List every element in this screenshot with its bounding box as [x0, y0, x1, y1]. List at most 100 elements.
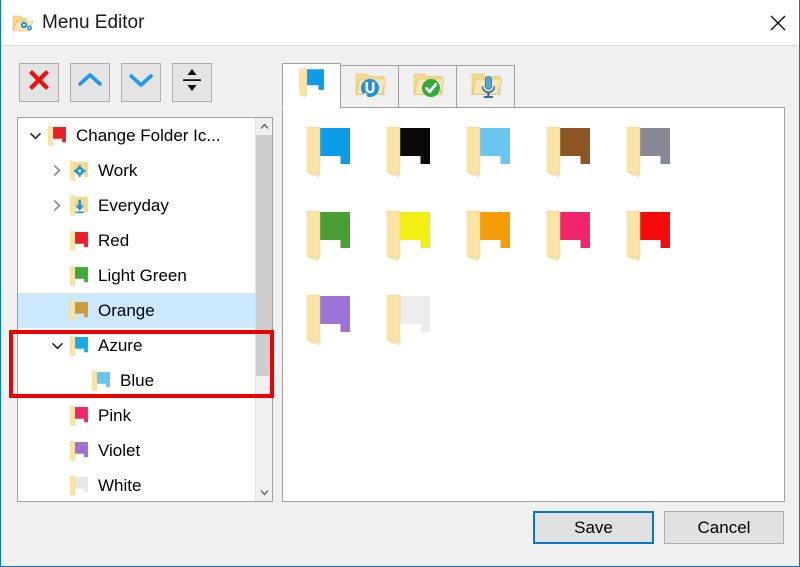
folder-utorrent-icon	[354, 68, 386, 106]
up-down-arrows-icon	[181, 68, 203, 97]
tree-expander-placeholder	[46, 293, 68, 328]
tree-item-label: Change Folder Ic...	[76, 125, 221, 145]
chevron-right-icon[interactable]	[46, 153, 68, 188]
folder-white-icon	[383, 292, 435, 355]
tree-item-azure[interactable]: Azure	[18, 328, 256, 363]
folder-icon	[46, 124, 68, 148]
icon-option-light-blue[interactable]	[459, 122, 539, 206]
cancel-button[interactable]: Cancel	[664, 511, 784, 544]
add-separator-button[interactable]	[172, 63, 212, 102]
folder-icon	[68, 264, 90, 288]
tree-item-everyday[interactable]: Everyday	[18, 188, 256, 223]
tree-item-label: Work	[98, 160, 138, 180]
toolbar	[19, 63, 212, 102]
tree-scrollbar[interactable]	[255, 118, 272, 501]
tree-item-label: Violet	[98, 440, 141, 460]
folder-icon	[68, 229, 90, 253]
close-button[interactable]	[755, 0, 799, 45]
chevron-down-icon[interactable]	[24, 118, 46, 153]
chevron-right-icon[interactable]	[46, 188, 68, 223]
folder-icon	[68, 439, 90, 463]
tree-item-light-green[interactable]: Light Green	[18, 258, 256, 293]
tree-item-blue[interactable]: Blue	[18, 363, 256, 398]
tab-utorrent-folders[interactable]	[340, 65, 399, 109]
save-button[interactable]: Save	[533, 511, 654, 544]
scrollbar-thumb[interactable]	[256, 135, 272, 376]
icon-option-red[interactable]	[619, 206, 699, 290]
folder-icon	[68, 334, 90, 358]
red-x-icon	[27, 68, 51, 97]
tab-checked-folders[interactable]	[398, 65, 457, 109]
icon-option-orange[interactable]	[459, 206, 539, 290]
tree-item-pink[interactable]: Pink	[18, 398, 256, 433]
chevron-down-icon	[128, 70, 154, 95]
chevron-up-icon	[77, 70, 103, 95]
folder-icon	[90, 369, 112, 393]
tree-item-label: Light Green	[98, 265, 187, 285]
move-up-button[interactable]	[70, 63, 110, 102]
tree-expander-placeholder	[46, 258, 68, 293]
blue-folder-icon	[297, 67, 327, 105]
icon-option-pink[interactable]	[539, 206, 619, 290]
title-bar: Menu Editor	[1, 0, 799, 46]
folder-pink-icon	[543, 208, 595, 271]
icon-option-violet[interactable]	[299, 290, 379, 374]
folder-gray-icon	[623, 124, 675, 187]
icon-grid-panel	[282, 107, 785, 502]
folder-green-icon	[303, 208, 355, 271]
folder-violet-icon	[303, 292, 355, 355]
save-button-label: Save	[574, 517, 613, 537]
icon-set-tabs	[282, 63, 515, 109]
tree-item-work[interactable]: Work	[18, 153, 256, 188]
tree-item-label: White	[98, 475, 142, 495]
delete-button[interactable]	[19, 63, 59, 102]
tree-item-label: Red	[98, 230, 130, 250]
tree-expander-placeholder	[46, 223, 68, 258]
folder-gears-icon	[11, 11, 35, 35]
folder-check-icon	[412, 68, 444, 106]
folder-red-icon	[623, 208, 675, 271]
icon-option-white[interactable]	[379, 290, 459, 374]
folder-icon	[68, 299, 90, 323]
folder-yellow-icon	[383, 208, 435, 271]
folder-orange-icon	[463, 208, 515, 271]
folder-icon	[68, 159, 90, 183]
menu-editor-window: Menu Editor Change Folder Ic... Work Eve…	[0, 0, 800, 567]
tree-item-label: Orange	[98, 300, 155, 320]
icon-option-green[interactable]	[299, 206, 379, 290]
move-down-button[interactable]	[121, 63, 161, 102]
scrollbar-down-arrow[interactable]	[256, 484, 272, 501]
tree-expander-placeholder	[46, 398, 68, 433]
tree-item-change-folder-ic[interactable]: Change Folder Ic...	[18, 118, 256, 153]
tree-item-white[interactable]: White	[18, 468, 256, 501]
tree-item-label: Azure	[98, 335, 143, 355]
icon-option-gray[interactable]	[619, 122, 699, 206]
menu-tree-panel: Change Folder Ic... Work Everyday Red Light …	[17, 117, 273, 502]
tree-item-orange[interactable]: Orange	[18, 293, 256, 328]
menu-tree[interactable]: Change Folder Ic... Work Everyday Red Light …	[18, 118, 256, 501]
icon-option-blue[interactable]	[299, 122, 379, 206]
tree-item-label: Blue	[120, 370, 155, 390]
tree-expander-placeholder	[46, 468, 68, 501]
folder-blue-icon	[303, 124, 355, 187]
tree-item-violet[interactable]: Violet	[18, 433, 256, 468]
icon-option-brown[interactable]	[539, 122, 619, 206]
folder-black-icon	[383, 124, 435, 187]
tree-expander-placeholder	[68, 363, 90, 398]
tree-item-red[interactable]: Red	[18, 223, 256, 258]
folder-microphone-icon	[470, 68, 502, 106]
tab-microphone-folders[interactable]	[456, 65, 515, 109]
folder-icon-grid	[299, 122, 759, 374]
scrollbar-up-arrow[interactable]	[256, 118, 272, 135]
folder-icon	[68, 474, 90, 498]
folder-light-blue-icon	[463, 124, 515, 187]
tab-plain-folders[interactable]	[282, 63, 341, 109]
tree-item-label: Pink	[98, 405, 132, 425]
cancel-button-label: Cancel	[697, 517, 751, 537]
tree-expander-placeholder	[46, 433, 68, 468]
folder-brown-icon	[543, 124, 595, 187]
icon-option-black[interactable]	[379, 122, 459, 206]
icon-option-yellow[interactable]	[379, 206, 459, 290]
folder-icon	[68, 404, 90, 428]
chevron-down-icon[interactable]	[46, 328, 68, 363]
